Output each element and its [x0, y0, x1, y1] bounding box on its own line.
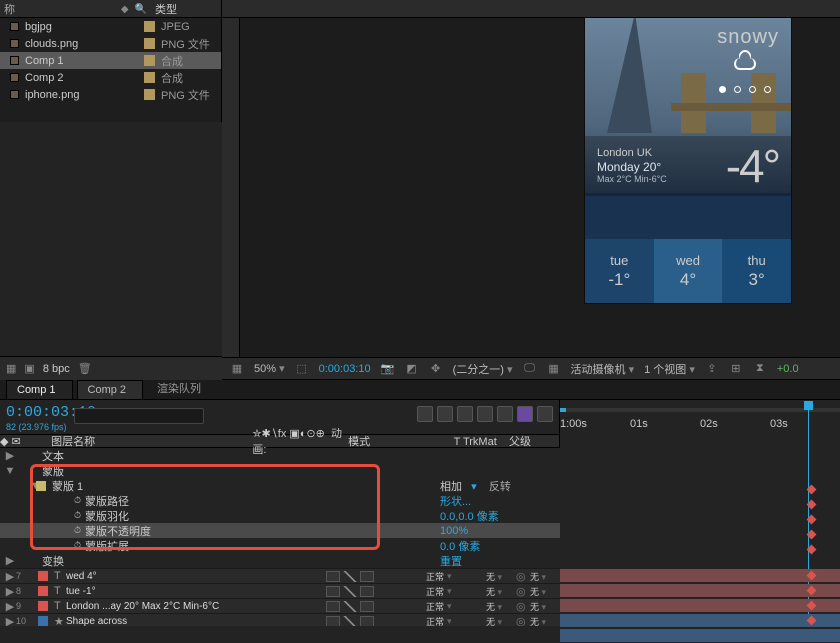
col-parent[interactable]: 父级 [509, 436, 531, 448]
ruler-vertical [222, 0, 240, 379]
keyframe[interactable] [807, 530, 817, 540]
project-item[interactable]: iphone.pngPNG 文件 [0, 86, 221, 103]
folder-icon[interactable]: ▦ [6, 362, 16, 375]
project-header: 称 ◆ 🔍 类型 [0, 0, 221, 18]
forecast-cell: tue-1° [585, 239, 654, 303]
layer-outline: ▶文本 ▼蒙版 ▼蒙版 1相加 ▾ 反转 ⏱蒙版路径形状... ⏱蒙版羽化0.0… [0, 448, 560, 626]
color-icon[interactable]: ✥ [429, 362, 443, 375]
timeline-header: 0:00:03:10 82 (23.976 fps) ◆ ✉ 图层名称 ✮✱∖f… [0, 400, 560, 448]
big-temp: -4° [726, 139, 779, 193]
timecode-fps: 82 (23.976 fps) [6, 422, 67, 432]
prop-mask-opacity[interactable]: ⏱蒙版不透明度100% [0, 523, 560, 538]
timeline-icon[interactable]: ⧗ [753, 362, 767, 375]
exposure[interactable]: +0.0 [777, 363, 799, 375]
views-dropdown[interactable]: 1 个视图 [644, 361, 695, 377]
viewer-timecode[interactable]: 0:00:03:10 [319, 363, 371, 375]
grid-icon[interactable]: ▦ [230, 362, 244, 375]
search-icon[interactable]: 🔍 [135, 4, 147, 15]
col-layer-name[interactable]: 图层名称 [21, 433, 252, 449]
resolution-dropdown[interactable]: (二分之一) [453, 361, 513, 377]
layer-row[interactable]: ▶7Twed 4°正常无◎无 [0, 568, 560, 583]
tab-comp2[interactable]: Comp 2 [77, 380, 144, 399]
layer-row[interactable]: ▶10★Shape across正常无◎无 [0, 613, 560, 626]
timeline-panel: 0:00:03:10 82 (23.976 fps) ◆ ✉ 图层名称 ✮✱∖f… [0, 400, 840, 626]
prop-mask1[interactable]: ▼蒙版 1相加 ▾ 反转 [0, 478, 560, 493]
tab-comp1[interactable]: Comp 1 [6, 380, 73, 399]
prop-text[interactable]: ▶文本 [0, 448, 560, 463]
btn-brain[interactable] [517, 406, 533, 422]
prop-mask-group[interactable]: ▼蒙版 [0, 463, 560, 478]
layer-row[interactable]: ▶8Ttue -1°正常无◎无 [0, 583, 560, 598]
project-item[interactable]: clouds.pngPNG 文件 [0, 35, 221, 52]
btn-motion-blur[interactable] [477, 406, 493, 422]
snapshot-icon[interactable]: 📷 [381, 362, 395, 375]
canvas[interactable]: snowy London UK Monday 20° Max 2°C Min-6… [240, 18, 840, 379]
keyframe[interactable] [807, 545, 817, 555]
ruler-horizontal [222, 0, 840, 18]
track-area[interactable] [560, 448, 840, 626]
layer-search[interactable] [74, 408, 204, 424]
page-dots [719, 86, 771, 93]
project-item[interactable]: bgjpgJPEG [0, 18, 221, 35]
prop-mask-feather[interactable]: ⏱蒙版羽化0.0,0.0 像素 [0, 508, 560, 523]
layer-row[interactable]: ▶9TLondon ...ay 20° Max 2°C Min-6°C正常无◎无 [0, 598, 560, 613]
btn-graph[interactable] [497, 406, 513, 422]
col-name[interactable]: 称 [4, 1, 115, 17]
col-mode[interactable]: 模式 [348, 433, 453, 449]
btn-expand[interactable] [537, 406, 553, 422]
day: Monday 20° [597, 160, 667, 174]
weather-comp: snowy London UK Monday 20° Max 2°C Min-6… [585, 18, 791, 303]
project-panel: 称 ◆ 🔍 类型 bgjpgJPEGclouds.pngPNG 文件Comp 1合… [0, 0, 222, 122]
forecast-cell: thu3° [722, 239, 791, 303]
keyframe[interactable] [807, 515, 817, 525]
prop-mask-expand[interactable]: ⏱蒙版扩展0.0 像素 [0, 538, 560, 553]
composition-viewer: snowy London UK Monday 20° Max 2°C Min-6… [222, 0, 840, 380]
share-icon[interactable]: ⇪ [705, 362, 719, 375]
bpc-toggle[interactable]: 8 bpc [43, 363, 70, 375]
btn-frame-blend[interactable] [457, 406, 473, 422]
pixel-icon[interactable]: ⊞ [729, 362, 743, 375]
monitor-icon[interactable]: 🖵 [523, 362, 537, 375]
prop-transform[interactable]: ▶变换重置 [0, 553, 560, 568]
weather-title: snowy [717, 26, 779, 49]
prop-mask-path[interactable]: ⏱蒙版路径形状... [0, 493, 560, 508]
zoom-dropdown[interactable]: 50% [254, 362, 285, 375]
label-icon[interactable]: ◆ [121, 4, 129, 15]
timeline-toggle-buttons [417, 406, 553, 422]
cloud-icon [734, 58, 756, 70]
project-item[interactable]: Comp 2合成 [0, 69, 221, 86]
viewer-status-bar: ▦ 50% ⬚ 0:00:03:10 📷 ◩ ✥ (二分之一) 🖵 ▦ 活动摄像… [222, 357, 840, 379]
column-headers: ◆ ✉ 图层名称 ✮✱∖fx ▣◐⊙⊕ 动画: 模式 T TrkMat 父级 [0, 434, 559, 448]
region-icon[interactable]: ◩ [405, 362, 419, 375]
keyframe[interactable] [807, 500, 817, 510]
toggle-alpha-icon[interactable]: ▦ [547, 362, 561, 375]
keyframe[interactable] [807, 485, 817, 495]
col-type[interactable]: 类型 [147, 1, 217, 17]
project-item[interactable]: Comp 1合成 [0, 52, 221, 69]
forecast-cell: wed4° [654, 239, 723, 303]
col-trkmat[interactable]: T TrkMat [454, 436, 497, 448]
minmax: Max 2°C Min-6°C [597, 174, 667, 185]
res-icon[interactable]: ⬚ [295, 362, 309, 375]
tab-render-queue[interactable]: 渲染队列 [147, 377, 217, 399]
btn-shy[interactable] [417, 406, 433, 422]
city: London UK [597, 147, 667, 160]
camera-dropdown[interactable]: 活动摄像机 [571, 361, 635, 377]
trash-icon[interactable]: 🗑 [78, 362, 92, 375]
btn-fx[interactable] [437, 406, 453, 422]
timeline-tabs: Comp 1 Comp 2 渲染队列 [0, 380, 840, 400]
time-ruler[interactable]: 1:00s01s02s03s [560, 400, 840, 448]
new-comp-icon[interactable]: ▣ [24, 362, 34, 375]
